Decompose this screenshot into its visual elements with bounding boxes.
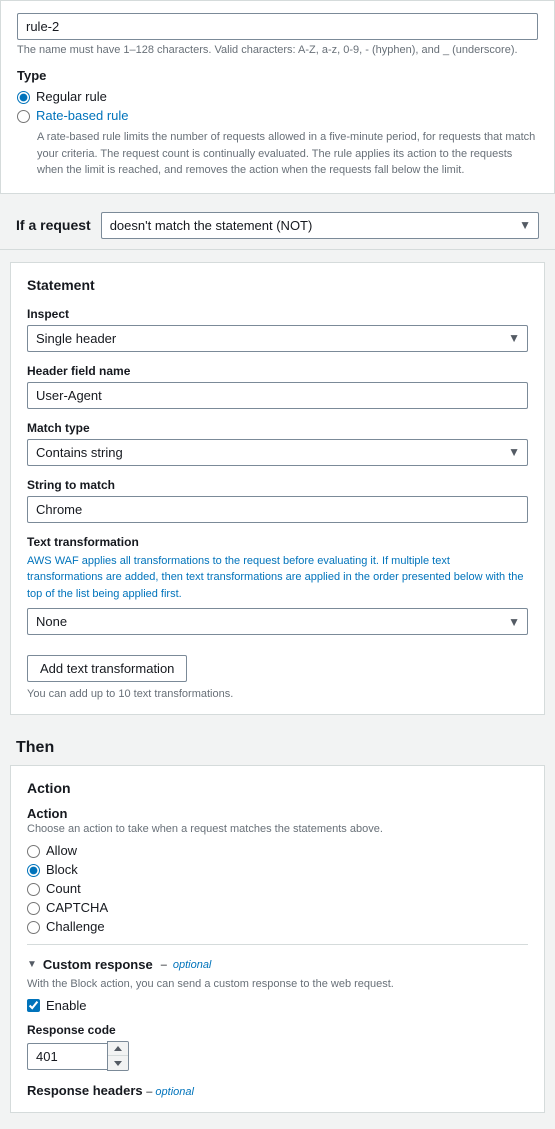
string-to-match-group: String to match xyxy=(27,478,528,523)
response-code-stepper xyxy=(107,1041,129,1071)
custom-response-dash: – xyxy=(161,959,167,971)
string-to-match-input[interactable] xyxy=(27,496,528,523)
match-type-dropdown-wrapper: Contains string Exactly matches string S… xyxy=(27,439,528,466)
action-block-option[interactable]: Block xyxy=(27,862,528,877)
add-transformation-button[interactable]: Add text transformation xyxy=(27,655,187,682)
action-challenge-option[interactable]: Challenge xyxy=(27,919,528,934)
statement-title: Statement xyxy=(27,277,528,293)
text-transformation-label: Text transformation xyxy=(27,535,528,549)
text-transformation-hint: AWS WAF applies all transformations to t… xyxy=(27,553,528,603)
action-count-radio[interactable] xyxy=(27,883,40,896)
rate-based-label: Rate-based rule xyxy=(36,108,129,123)
type-radio-group: Regular rule Rate-based rule A rate-base… xyxy=(17,89,538,179)
inspect-label: Inspect xyxy=(27,307,528,321)
custom-response-title: Custom response xyxy=(43,957,153,972)
string-to-match-label: String to match xyxy=(27,478,528,492)
response-headers-row: Response headers – optional xyxy=(27,1083,528,1098)
transformation-dropdown[interactable]: None Convert to lowercase HTML entity de… xyxy=(27,608,528,635)
response-code-down-button[interactable] xyxy=(108,1056,128,1070)
if-request-row: If a request matches the statement doesn… xyxy=(0,202,555,250)
transformation-dropdown-wrapper: None Convert to lowercase HTML entity de… xyxy=(27,608,528,635)
action-allow-option[interactable]: Allow xyxy=(27,843,528,858)
inspect-dropdown[interactable]: Single header All headers URI path Query… xyxy=(27,325,528,352)
custom-response-header[interactable]: ▼ Custom response – optional xyxy=(27,957,528,972)
regular-rule-radio[interactable] xyxy=(17,91,30,104)
response-code-input[interactable] xyxy=(27,1043,107,1070)
statement-card: Statement Inspect Single header All head… xyxy=(10,262,545,716)
action-title: Action xyxy=(27,780,528,796)
action-captcha-option[interactable]: CAPTCHA xyxy=(27,900,528,915)
match-type-label: Match type xyxy=(27,421,528,435)
enable-checkbox-row[interactable]: Enable xyxy=(27,998,528,1013)
inspect-dropdown-wrapper: Single header All headers URI path Query… xyxy=(27,325,528,352)
action-sub-label: Action xyxy=(27,806,528,821)
action-count-option[interactable]: Count xyxy=(27,881,528,896)
rate-based-desc: A rate-based rule limits the number of r… xyxy=(37,129,538,179)
action-allow-label: Allow xyxy=(46,843,77,858)
action-radio-group: Allow Block Count CAPTCHA Challenge xyxy=(27,843,528,934)
action-challenge-label: Challenge xyxy=(46,919,105,934)
match-type-group: Match type Contains string Exactly match… xyxy=(27,421,528,466)
custom-response-hint: With the Block action, you can send a cu… xyxy=(27,978,528,990)
custom-response-chevron-icon: ▼ xyxy=(27,959,37,970)
action-captcha-label: CAPTCHA xyxy=(46,900,108,915)
action-block-label: Block xyxy=(46,862,78,877)
text-transformation-group: Text transformation AWS WAF applies all … xyxy=(27,535,528,636)
rule-name-section: The name must have 1–128 characters. Val… xyxy=(0,0,555,194)
rule-name-input[interactable] xyxy=(17,13,538,40)
action-block-radio[interactable] xyxy=(27,864,40,877)
down-arrow-icon xyxy=(114,1061,122,1066)
rate-based-radio[interactable] xyxy=(17,110,30,123)
response-code-up-button[interactable] xyxy=(108,1042,128,1056)
response-headers-title: Response headers xyxy=(27,1083,143,1098)
action-captcha-radio[interactable] xyxy=(27,902,40,915)
response-code-label: Response code xyxy=(27,1023,528,1037)
response-headers-optional: optional xyxy=(155,1086,194,1098)
match-type-dropdown[interactable]: Contains string Exactly matches string S… xyxy=(27,439,528,466)
rate-based-option[interactable]: Rate-based rule xyxy=(17,108,538,123)
regular-rule-option[interactable]: Regular rule xyxy=(17,89,538,104)
if-request-label: If a request xyxy=(16,217,91,233)
type-label: Type xyxy=(17,68,538,83)
regular-rule-label: Regular rule xyxy=(36,89,107,104)
rule-name-hint: The name must have 1–128 characters. Val… xyxy=(17,44,538,56)
header-field-group: Header field name xyxy=(27,364,528,409)
action-count-label: Count xyxy=(46,881,81,896)
header-field-label: Header field name xyxy=(27,364,528,378)
up-arrow-icon xyxy=(114,1046,122,1051)
action-sub-hint: Choose an action to take when a request … xyxy=(27,823,528,835)
enable-label: Enable xyxy=(46,998,86,1013)
response-code-row xyxy=(27,1041,528,1071)
response-code-group: Response code xyxy=(27,1023,528,1071)
if-request-dropdown[interactable]: matches the statement doesn't match the … xyxy=(101,212,539,239)
transformation-max-hint: You can add up to 10 text transformation… xyxy=(27,688,528,700)
action-card: Action Action Choose an action to take w… xyxy=(10,765,545,1113)
if-request-dropdown-wrapper: matches the statement doesn't match the … xyxy=(101,212,539,239)
action-challenge-radio[interactable] xyxy=(27,921,40,934)
then-label: Then xyxy=(0,727,555,765)
action-allow-radio[interactable] xyxy=(27,845,40,858)
action-divider xyxy=(27,944,528,945)
enable-checkbox[interactable] xyxy=(27,999,40,1012)
inspect-group: Inspect Single header All headers URI pa… xyxy=(27,307,528,352)
header-field-input[interactable] xyxy=(27,382,528,409)
custom-response-optional: optional xyxy=(173,959,212,971)
